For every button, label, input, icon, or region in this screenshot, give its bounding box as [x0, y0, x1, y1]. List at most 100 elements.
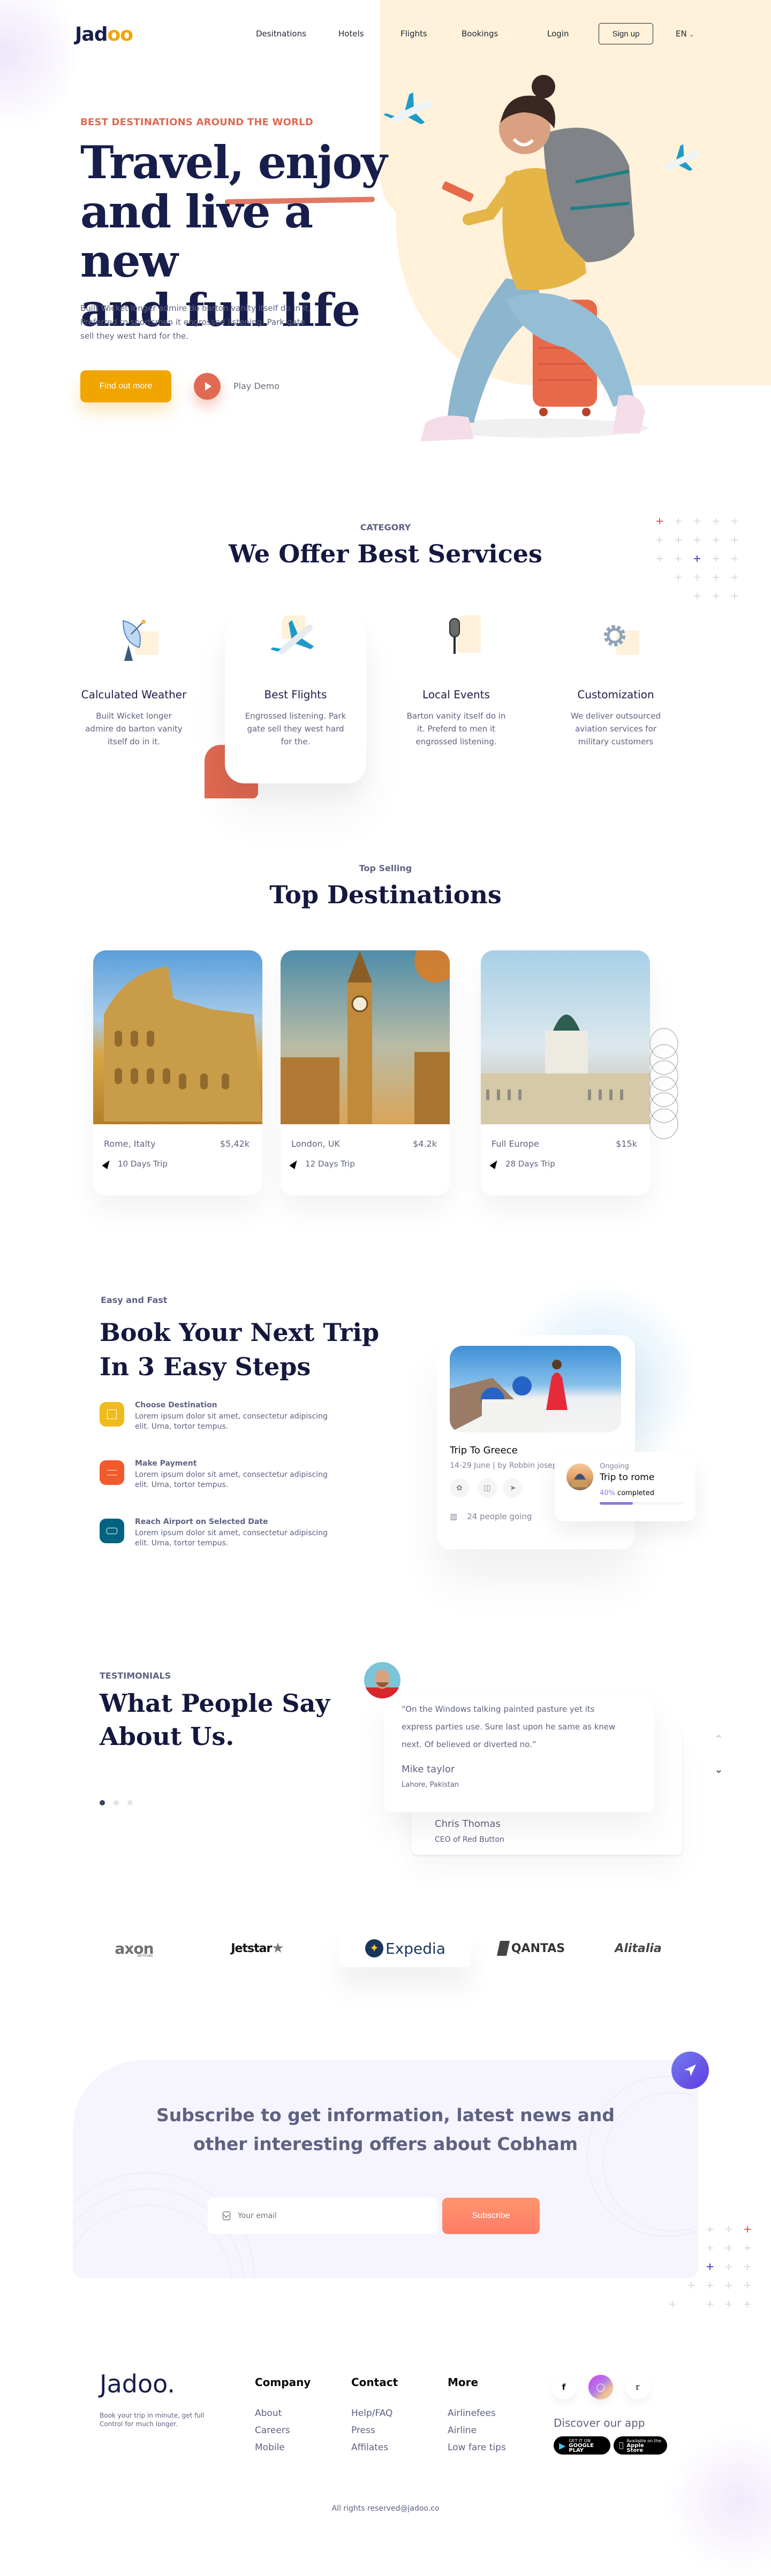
facebook-icon[interactable]: f: [551, 2375, 576, 2399]
google-play-icon: ▶: [559, 2440, 566, 2451]
destination-card[interactable]: London, UK $4.2k 12 Days Trip: [281, 950, 450, 1195]
play-icon[interactable]: [194, 373, 221, 400]
footer-link-press[interactable]: Press: [351, 2425, 398, 2436]
ongoing-trip-card[interactable]: Ongoing Trip to rome 40% completed: [555, 1452, 696, 1521]
chevron-down-icon: ⌄: [689, 32, 694, 38]
service-item[interactable]: Best Flights Engrossed listening. Park g…: [237, 615, 354, 748]
twitter-icon[interactable]: 𝕣: [625, 2375, 650, 2399]
email-input[interactable]: [238, 2212, 420, 2220]
plus-icon: [707, 2282, 713, 2289]
footer-link-airline[interactable]: Airline: [448, 2425, 506, 2436]
chevron-down-icon[interactable]: ⌄: [714, 1763, 723, 1775]
plus-icon: [731, 555, 738, 562]
google-play-button[interactable]: ▶ GET IT ON GOOGLE PLAY: [554, 2436, 610, 2455]
plus-decoration: [669, 2226, 766, 2307]
play-demo-label[interactable]: Play Demo: [233, 381, 279, 391]
footer-link-mobile[interactable]: Mobile: [255, 2442, 311, 2453]
testimonials-eyebrow: TESTIMONIALS: [100, 1671, 171, 1681]
testimonial-card: “On the Windows talking painted pasture …: [384, 1695, 654, 1812]
copyright: All rights reserved@jadoo.co: [331, 2504, 440, 2513]
carousel-dot[interactable]: [114, 1800, 119, 1805]
plus-icon: [675, 555, 682, 562]
app-store-button[interactable]: Available on theApple Store: [614, 2436, 667, 2455]
map-icon[interactable]: ◫: [478, 1478, 497, 1498]
plus-icon: [694, 574, 700, 581]
footer-link-careers[interactable]: Careers: [255, 2425, 311, 2436]
footer-link-low-fare[interactable]: Low fare tips: [448, 2442, 506, 2453]
logo[interactable]: Jadoo: [75, 24, 133, 45]
navigation-icon: [102, 1159, 112, 1169]
carousel-dots: [100, 1800, 133, 1805]
footer-logo[interactable]: Jadoo.: [100, 2369, 175, 2398]
progress-bar: [600, 1502, 683, 1505]
footer-link-help[interactable]: Help/FAQ: [351, 2408, 398, 2419]
plus-icon: [713, 518, 719, 524]
plus-icon: [731, 593, 738, 599]
services-title: We Offer Best Services: [229, 539, 542, 568]
carousel-dot[interactable]: [127, 1800, 133, 1805]
plus-icon: [725, 2263, 732, 2270]
spiral-decoration: [649, 1028, 678, 1139]
plus-icon: [675, 574, 682, 581]
hero-description: Built Wicket longer admire do barton van…: [80, 303, 311, 341]
destination-card[interactable]: Full Europe $15k 28 Days Trip: [481, 950, 650, 1195]
footer-tagline: Book your trip in minute, get full Contr…: [100, 2412, 205, 2428]
email-field[interactable]: [208, 2198, 437, 2234]
plus-icon: [694, 537, 700, 543]
language-selector[interactable]: EN ⌄: [676, 29, 694, 39]
partner-logo-alitalia[interactable]: Alitalia: [606, 1935, 670, 1962]
navigation-icon: [489, 1159, 500, 1169]
discover-app-label: Discover our app: [554, 2417, 645, 2429]
nav-flights[interactable]: Flights: [400, 29, 427, 39]
nav-bookings[interactable]: Bookings: [462, 29, 498, 39]
plus-icon: [725, 2301, 732, 2307]
service-item[interactable]: Calculated Weather Built Wicket longer a…: [75, 615, 193, 748]
destinations-eyebrow: Top Selling: [359, 863, 412, 873]
airplane-icon: [383, 92, 432, 125]
send-icon[interactable]: ➤: [503, 1478, 523, 1498]
background-glow: [664, 2426, 771, 2576]
footer-link-affiliates[interactable]: Affilates: [351, 2442, 398, 2453]
send-icon: [671, 2052, 709, 2089]
find-out-more-button[interactable]: Find out more: [80, 370, 171, 402]
partner-logo-expedia[interactable]: ✦ Expedia: [349, 1935, 462, 1962]
partner-logo-axon[interactable]: axon airlines: [102, 1935, 166, 1962]
service-item[interactable]: Customization We deliver outsourced avia…: [557, 615, 675, 748]
plus-icon: [744, 2282, 751, 2289]
partner-logo-qantas[interactable]: QANTAS: [486, 1935, 577, 1962]
instagram-icon[interactable]: ◯: [588, 2375, 613, 2399]
taxi-icon: [100, 1519, 124, 1543]
footer-column-company: Company About Careers Mobile: [255, 2376, 311, 2453]
subscribe-button[interactable]: Subscribe: [442, 2198, 540, 2234]
leaf-icon[interactable]: ✿: [450, 1478, 469, 1498]
water-sport-icon: [100, 1460, 124, 1485]
chevron-up-icon[interactable]: ⌃: [714, 1733, 723, 1746]
plus-icon: [731, 537, 738, 543]
signup-button[interactable]: Sign up: [599, 23, 653, 44]
partners-row: axon airlines Jetstar ★ ✦ Expedia QANTAS Al…: [100, 1925, 671, 1968]
airplane-icon: [664, 144, 699, 171]
login-link[interactable]: Login: [547, 29, 569, 39]
footer-link-about[interactable]: About: [255, 2408, 311, 2419]
plus-icon: [669, 2301, 676, 2307]
plus-icon: [731, 518, 738, 524]
plus-icon: [694, 518, 700, 524]
nav-destinations[interactable]: Desitnations: [256, 29, 306, 39]
plus-icon: [707, 2226, 713, 2232]
destination-card[interactable]: Rome, Italty $5,42k 10 Days Trip: [93, 950, 262, 1195]
partner-logo-jetstar[interactable]: Jetstar ★: [223, 1935, 292, 1962]
gear-icon: [604, 625, 625, 646]
booking-title: Book Your Next Trip In 3 Easy Steps: [100, 1318, 380, 1381]
plus-icon: [744, 2263, 751, 2270]
airplane-icon: [270, 620, 314, 654]
background-glow: [0, 0, 75, 139]
plus-icon: [713, 555, 719, 562]
footer-link-airlinefees[interactable]: Airlinefees: [448, 2408, 506, 2419]
service-item[interactable]: Local Events Barton vanity itself do in …: [397, 615, 515, 748]
destination-image-london: [281, 950, 450, 1124]
nav-hotels[interactable]: Hotels: [338, 29, 364, 39]
plus-icon: [725, 2282, 732, 2289]
star-icon: ★: [271, 1940, 284, 1956]
carousel-dot[interactable]: [100, 1800, 105, 1805]
plus-icon: [694, 555, 700, 562]
